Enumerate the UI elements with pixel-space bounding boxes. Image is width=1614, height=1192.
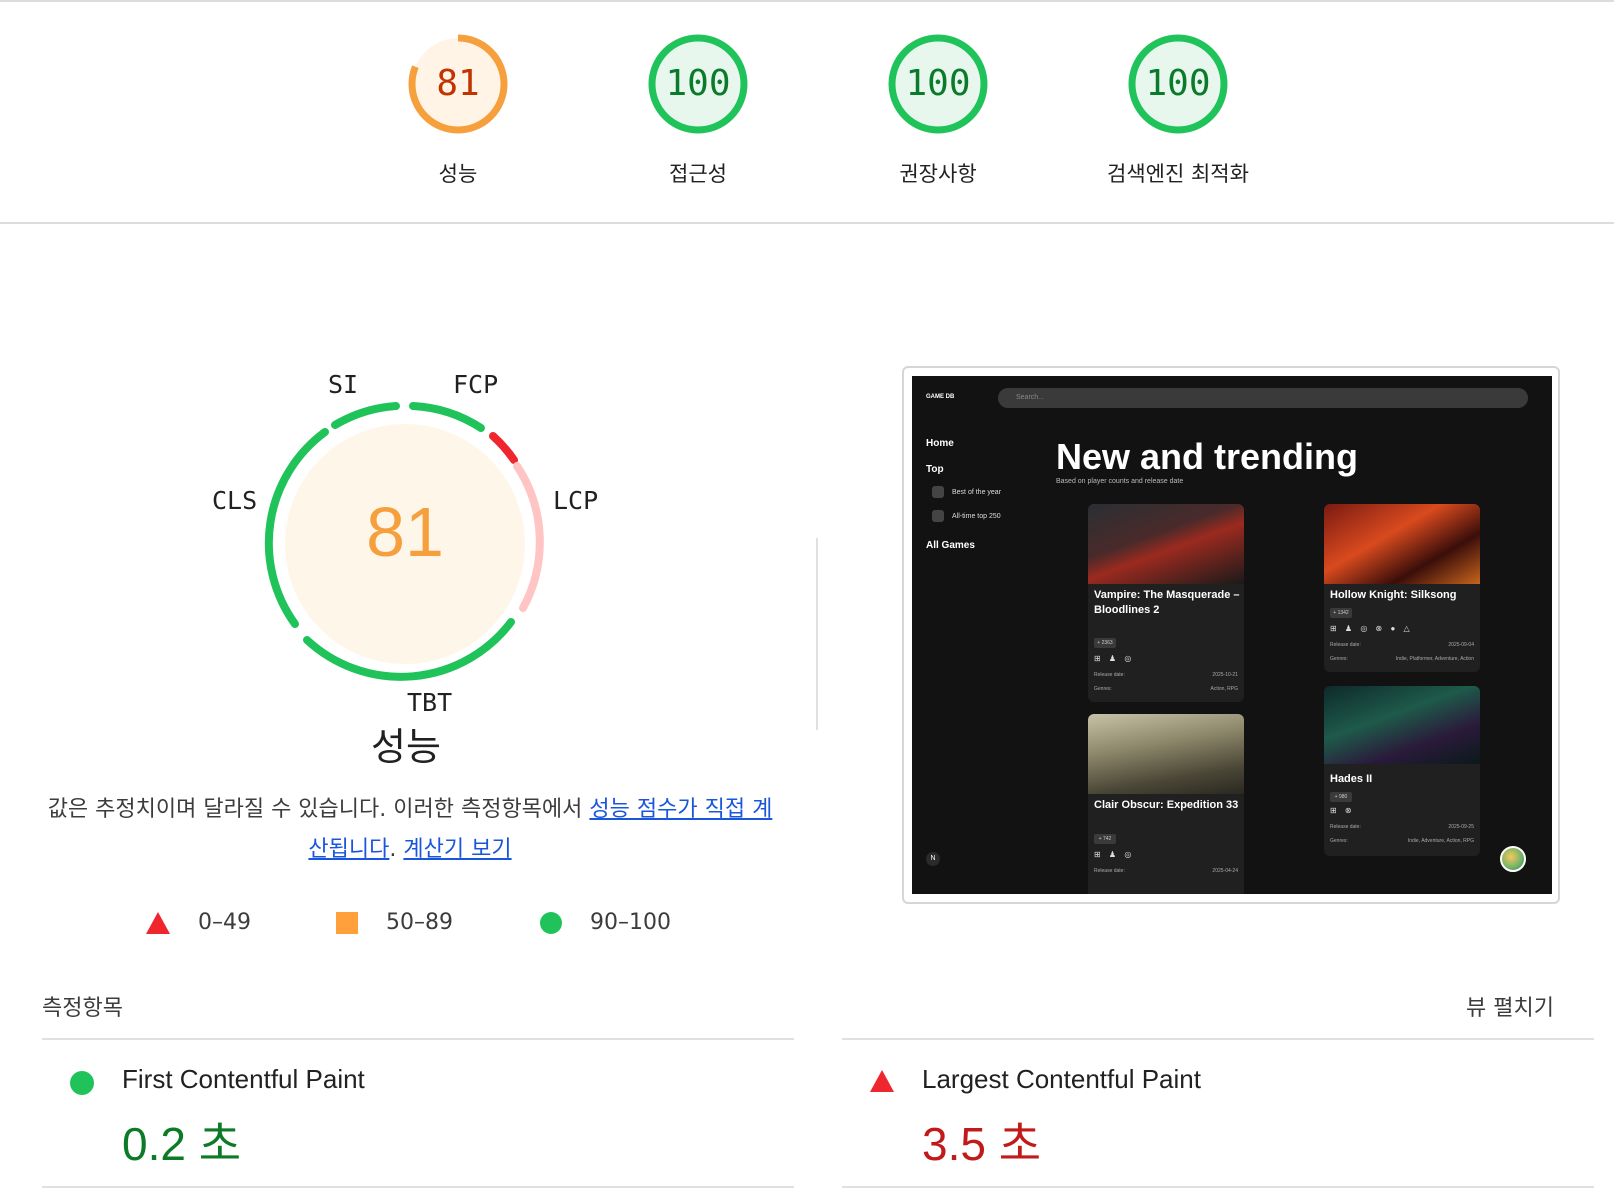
- release-row: Release date: 2025-09-25: [1330, 824, 1474, 830]
- avatar: [1500, 846, 1526, 872]
- genres-row: Genres: Indie, Platformer, Adventure, Act…: [1330, 656, 1474, 662]
- metric-name: First Contentful Paint: [122, 1064, 365, 1094]
- divider: [42, 1186, 794, 1188]
- legend-fail: 0–49: [146, 910, 251, 935]
- divider: [842, 1038, 1594, 1040]
- site-nav-all: All Games: [926, 540, 975, 551]
- game-card: Hollow Knight: Silksong + 1342 ⊞ ♟ ◎ ⊗ ●…: [1324, 504, 1480, 672]
- site-subnav-best: Best of the year: [952, 489, 1002, 496]
- game-title: Hollow Knight: Silksong: [1330, 589, 1457, 601]
- site-nav-top: Top: [926, 464, 944, 475]
- game-image: [1324, 504, 1480, 584]
- platform-icons: ⊞ ⊗: [1330, 806, 1355, 815]
- crown-icon: [932, 510, 944, 522]
- metrics-section-label: 측정항목: [42, 996, 123, 1021]
- gauge-score: 100: [905, 63, 971, 104]
- game-title: Clair Obscur: Expedition 33: [1094, 799, 1239, 811]
- circle-icon: [540, 911, 562, 934]
- gauge-label: 접근성: [669, 162, 727, 186]
- gauge-label: 검색엔진 최적화: [1107, 162, 1249, 186]
- divider: [842, 1186, 1594, 1188]
- divider: [42, 1038, 794, 1040]
- gauge-accessibility[interactable]: 100 접근성: [598, 32, 798, 188]
- metric-tag-fcp: FCP: [453, 370, 499, 399]
- game-image: [1088, 714, 1244, 794]
- game-card: Hades II + 980 ⊞ ⊗ Release date: 2025-09-…: [1324, 686, 1480, 856]
- si-arc: [331, 402, 400, 429]
- n-badge: N: [926, 852, 940, 866]
- genres-row: Genres: Action, RPG: [1094, 686, 1238, 692]
- gauge-score: 100: [1145, 63, 1211, 104]
- platform-icons: ⊞ ♟ ◎: [1094, 654, 1135, 663]
- gauge-ring: 100: [646, 32, 750, 136]
- triangle-icon: [146, 911, 170, 934]
- site-heading: New and trending: [1056, 436, 1359, 477]
- metric-tag-cls: CLS: [212, 486, 258, 515]
- genres-row: Genres: Indie, Adventure, Action, RPG: [1330, 838, 1474, 844]
- site-logo: GAME DB: [926, 394, 955, 400]
- game-card: Clair Obscur: Expedition 33 + 742 ⊞ ♟ ◎ …: [1088, 714, 1244, 894]
- game-count: + 980: [1330, 792, 1352, 802]
- circle-icon: [70, 1071, 94, 1095]
- expand-view-button[interactable]: 뷰 펼치기: [1466, 990, 1554, 1022]
- release-row: Release date: 2025-10-21: [1094, 672, 1238, 678]
- game-title: Vampire: The Masquerade – Bloodlines 2: [1094, 589, 1240, 616]
- game-card: Vampire: The Masquerade – Bloodlines 2 +…: [1088, 504, 1244, 702]
- game-count: + 742: [1094, 834, 1116, 844]
- trophy-icon: [932, 486, 944, 498]
- screenshot-content: GAME DB Search... Home Top Best of the y…: [912, 376, 1552, 894]
- triangle-icon: [870, 1070, 894, 1092]
- site-subnav-top250: All-time top 250: [952, 513, 1001, 520]
- legend-range: 50–89: [386, 910, 453, 935]
- square-icon: [336, 911, 358, 934]
- category-header: 81 성능 100 접근성 100 권장사항 100 검색엔진 최적화: [0, 0, 1614, 224]
- performance-description: 값은 추정치이며 달라질 수 있습니다. 이러한 측정항목에서 성능 점수가 직…: [40, 790, 780, 870]
- site-subheading: Based on player counts and release date: [1056, 478, 1184, 485]
- game-image: [1324, 686, 1480, 764]
- vertical-divider: [816, 538, 818, 730]
- game-count: + 1342: [1330, 608, 1352, 618]
- gauge-best-practices[interactable]: 100 권장사항: [838, 32, 1038, 188]
- gauge-ring: 100: [886, 32, 990, 136]
- release-row: Release date: 2025-09-04: [1330, 642, 1474, 648]
- gauge-ring: 100: [1126, 32, 1230, 136]
- metric-tag-tbt: TBT: [407, 688, 453, 717]
- gauge-label: 성능: [438, 162, 478, 186]
- gauge-ring: 81: [406, 32, 510, 136]
- platform-icons: ⊞ ♟ ◎ ⊗ ● △: [1330, 624, 1413, 633]
- final-screenshot[interactable]: GAME DB Search... Home Top Best of the y…: [902, 366, 1560, 904]
- gauge-seo[interactable]: 100 검색엔진 최적화: [1078, 32, 1278, 188]
- legend-average: 50–89: [336, 910, 453, 935]
- gauge-label: 권장사항: [899, 162, 977, 186]
- lcp-arc-red: [489, 432, 518, 464]
- site-nav-home: Home: [926, 438, 954, 449]
- performance-title: 성능: [371, 725, 441, 769]
- metric-value: 3.5 초: [922, 1118, 1042, 1170]
- gauge-performance[interactable]: 81 성능: [358, 32, 558, 188]
- description-text: 값은 추정치이며 달라질 수 있습니다. 이러한 측정항목에서: [47, 797, 590, 822]
- performance-score: 81: [366, 493, 444, 571]
- metric-tag-si: SI: [328, 370, 359, 399]
- calculator-link[interactable]: 계산기 보기: [403, 837, 511, 862]
- game-image: [1088, 504, 1244, 584]
- legend-range: 90–100: [590, 910, 671, 935]
- gauge-score: 100: [665, 63, 731, 104]
- fcp-arc: [409, 402, 485, 432]
- game-count: + 2363: [1094, 638, 1116, 648]
- game-title: Hades II: [1330, 773, 1373, 785]
- legend-range: 0–49: [198, 910, 251, 935]
- gauge-score: 81: [436, 63, 480, 104]
- metric-name: Largest Contentful Paint: [922, 1064, 1201, 1094]
- site-search: Search...: [998, 388, 1528, 408]
- platform-icons: ⊞ ♟ ◎: [1094, 850, 1135, 859]
- description-sep: .: [389, 837, 404, 862]
- legend-pass: 90–100: [540, 910, 671, 935]
- metric-value: 0.2 초: [122, 1118, 242, 1170]
- metric-tag-lcp: LCP: [553, 486, 599, 515]
- release-row: Release date: 2025-04-24: [1094, 868, 1238, 874]
